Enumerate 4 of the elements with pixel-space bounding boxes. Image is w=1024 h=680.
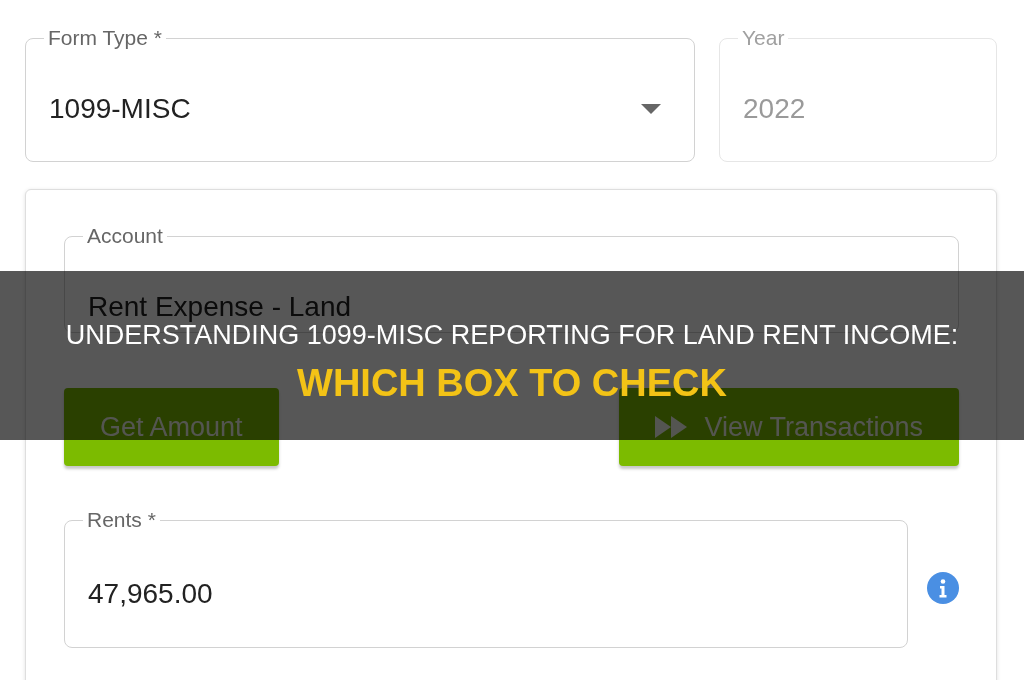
fast-forward-icon [655,416,688,438]
caret-icon [641,104,661,114]
info-icon[interactable] [927,572,959,604]
action-button[interactable]: Get Amount [64,388,279,466]
